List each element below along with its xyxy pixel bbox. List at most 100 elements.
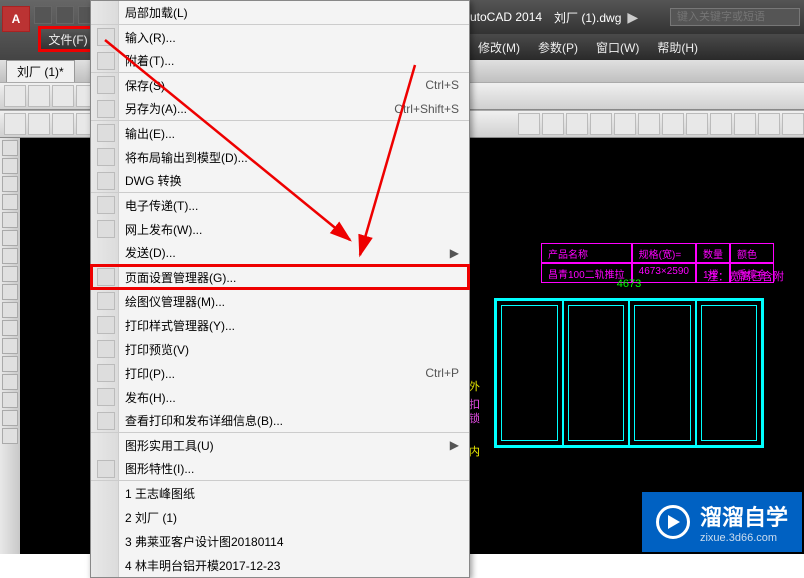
app-logo: A [2, 6, 30, 32]
tool-icon[interactable] [52, 85, 74, 107]
menu-input[interactable]: 输入(R)... [91, 25, 469, 49]
tool-icon[interactable] [2, 158, 18, 174]
menu-plotter-manager[interactable]: 绘图仪管理器(M)... [91, 289, 469, 313]
info-icon [97, 412, 115, 430]
tool-icon[interactable] [2, 248, 18, 264]
menu-help[interactable]: 帮助(H) [649, 35, 706, 60]
menu-recent-2[interactable]: 2 刘厂 (1) [91, 505, 469, 529]
doc-tab-active[interactable]: 刘厂 (1)* [6, 60, 75, 83]
tool-icon[interactable] [566, 113, 588, 135]
tool-text-icon[interactable] [2, 428, 18, 444]
tool-icon[interactable] [758, 113, 780, 135]
tool-icon[interactable] [542, 113, 564, 135]
menu-window[interactable]: 窗口(W) [588, 35, 647, 60]
menu-params[interactable]: 参数(P) [530, 35, 586, 60]
tool-icon[interactable] [2, 410, 18, 426]
tool-icon[interactable] [2, 230, 18, 246]
layout-icon [97, 148, 115, 166]
publish-icon [97, 388, 115, 406]
tool-icon[interactable] [2, 392, 18, 408]
tool-icon[interactable] [28, 85, 50, 107]
search-arrow-icon: ▶ [627, 9, 638, 26]
tool-icon[interactable] [614, 113, 636, 135]
menu-view-plot-info[interactable]: 查看打印和发布详细信息(B)... [91, 409, 469, 433]
submenu-arrow-icon: ▶ [450, 246, 459, 260]
preview-icon [97, 340, 115, 358]
menu-web-publish[interactable]: 网上发布(W)... [91, 217, 469, 241]
print-icon [97, 364, 115, 382]
menu-save[interactable]: 保存(S)Ctrl+S [91, 73, 469, 97]
tool-icon[interactable] [2, 356, 18, 372]
menu-partial-load[interactable]: 局部加载(L) [91, 1, 469, 25]
tool-icon[interactable] [52, 113, 74, 135]
tool-icon[interactable] [4, 85, 26, 107]
shortcut: Ctrl+P [425, 366, 459, 380]
door-drawing: 4673 室外 框扣 暗锁 室内 1100 [494, 278, 764, 448]
tool-icon[interactable] [686, 113, 708, 135]
tool-icon[interactable] [734, 113, 756, 135]
menu-saveas[interactable]: 另存为(A)...Ctrl+Shift+S [91, 97, 469, 121]
attach-icon [97, 52, 115, 70]
watermark-brand: 溜溜自学 [700, 505, 788, 530]
file-menu-button[interactable]: 文件(F) [38, 26, 98, 52]
qat-open-icon[interactable] [56, 6, 74, 24]
menu-drawing-properties[interactable]: 图形特性(I)... [91, 457, 469, 481]
tool-icon[interactable] [2, 320, 18, 336]
submenu-arrow-icon: ▶ [450, 438, 459, 452]
menu-drawing-utilities[interactable]: 图形实用工具(U)▶ [91, 433, 469, 457]
shortcut: Ctrl+S [425, 78, 459, 92]
menu-recent-1[interactable]: 1 王志峰图纸 [91, 481, 469, 505]
doc-title: 刘厂 (1).dwg [554, 9, 621, 26]
page-setup-icon [97, 268, 115, 286]
tool-icon[interactable] [2, 212, 18, 228]
tool-icon[interactable] [2, 266, 18, 282]
tool-icon[interactable] [782, 113, 804, 135]
plotter-icon [97, 292, 115, 310]
tool-icon[interactable] [28, 113, 50, 135]
tool-icon[interactable] [2, 338, 18, 354]
left-toolbar [0, 138, 20, 554]
dimension-width: 4673 [494, 278, 764, 290]
tool-icon[interactable] [4, 113, 26, 135]
search-input[interactable] [670, 8, 800, 26]
tool-line-icon[interactable] [2, 140, 18, 156]
watermark-url: zixue.3d66.com [700, 532, 788, 544]
file-menu: 局部加载(L) 输入(R)... 附着(T)... 保存(S)Ctrl+S 另存… [90, 0, 470, 578]
table-header: 额色 [730, 243, 774, 263]
tool-icon[interactable] [2, 194, 18, 210]
menu-page-setup-manager[interactable]: 页面设置管理器(G)... [91, 265, 469, 289]
menu-recent-4[interactable]: 4 林丰明台铝开模2017-12-23 [91, 553, 469, 577]
menu-publish[interactable]: 发布(H)... [91, 385, 469, 409]
tool-icon[interactable] [518, 113, 540, 135]
tool-icon[interactable] [2, 374, 18, 390]
tool-icon[interactable] [590, 113, 612, 135]
tool-icon[interactable] [2, 284, 18, 300]
menu-send[interactable]: 发送(D)...▶ [91, 241, 469, 265]
tool-icon[interactable] [662, 113, 684, 135]
menu-etransmit[interactable]: 电子传递(T)... [91, 193, 469, 217]
qat-new-icon[interactable] [34, 6, 52, 24]
menu-print[interactable]: 打印(P)...Ctrl+P [91, 361, 469, 385]
tool-icon[interactable] [2, 302, 18, 318]
menu-print-preview[interactable]: 打印预览(V) [91, 337, 469, 361]
table-header: 数量 [696, 243, 730, 263]
menu-modify[interactable]: 修改(M) [470, 35, 528, 60]
plotstyle-icon [97, 316, 115, 334]
tool-icon[interactable] [2, 176, 18, 192]
menu-layout-to-model[interactable]: 将布局输出到模型(D)... [91, 145, 469, 169]
menu-recent-3[interactable]: 3 弗莱亚客户设计图20180114 [91, 529, 469, 553]
quick-access-toolbar [34, 6, 96, 26]
app-title: utoCAD 2014 [470, 10, 542, 24]
menu-export[interactable]: 输出(E)... [91, 121, 469, 145]
saveas-icon [97, 100, 115, 118]
menu-plot-style-manager[interactable]: 打印样式管理器(Y)... [91, 313, 469, 337]
play-icon [656, 505, 690, 539]
tool-icon[interactable] [710, 113, 732, 135]
menu-dwg-convert[interactable]: DWG 转换 [91, 169, 469, 193]
save-icon [97, 76, 115, 94]
import-icon [97, 28, 115, 46]
menu-attach[interactable]: 附着(T)... [91, 49, 469, 73]
table-header: 规格(宽)= [632, 243, 696, 263]
help-search[interactable] [670, 8, 800, 26]
tool-icon[interactable] [638, 113, 660, 135]
